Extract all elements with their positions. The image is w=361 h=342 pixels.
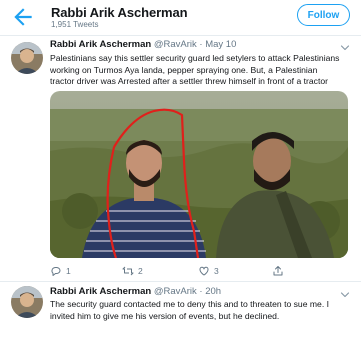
retweet-icon [122,266,134,276]
tweet-text-line: The security guard contacted me to deny … [50,299,329,309]
tweet-text-line: working on Turmos Aya landa, pepper spra… [50,64,318,75]
tweet[interactable]: Rabbi Arik Ascherman @RavArik · 20h The … [0,282,361,342]
heart-icon [199,266,209,276]
back-button[interactable] [10,4,36,30]
tweet-text: The security guard contacted me to deny … [50,299,350,322]
avatar-image [11,42,43,74]
tweet[interactable]: Rabbi Arik Ascherman @RavArik · May 10 P… [0,36,361,282]
tweet-timestamp[interactable]: 20h [205,286,221,297]
tweet-count: 1,951 Tweets [51,20,99,29]
avatar[interactable] [11,42,43,74]
reply-count: 1 [66,266,71,276]
avatar-image [11,286,43,318]
share-icon [273,266,283,276]
reply-button[interactable]: 1 [50,264,71,278]
retweet-button[interactable]: 2 [122,264,143,278]
tweet-actions: 1 2 3 [50,264,350,278]
tweet-text-line: Palestinians say this settler security g… [50,53,340,63]
tweet-author-handle[interactable]: @RavArik [154,39,197,50]
tweet-text-line: invited him to give me his version of ev… [50,310,280,321]
tweet-separator: · [199,286,203,297]
tweet-menu-button[interactable] [339,41,351,53]
tweet-timestamp[interactable]: May 10 [205,39,236,50]
tweet-author-name[interactable]: Rabbi Arik Ascherman [50,286,151,297]
back-arrow-icon [14,8,32,26]
photo-image [50,91,348,258]
follow-button[interactable]: Follow [297,4,350,26]
tweet-text: Palestinians say this settler security g… [50,53,350,88]
share-button[interactable] [272,264,288,278]
profile-name: Rabbi Arik Ascherman [51,5,188,20]
tweet-photo[interactable] [50,91,348,258]
retweet-count: 2 [138,266,143,276]
tweet-author-name[interactable]: Rabbi Arik Ascherman [50,39,151,50]
tweet-separator: · [199,39,203,50]
like-count: 3 [214,266,219,276]
tweet-text-line: tractor driver was Arrested after a sett… [50,76,328,87]
like-button[interactable]: 3 [198,264,219,278]
profile-header: Rabbi Arik Ascherman 1,951 Tweets Follow [0,0,361,35]
tweet-author-handle[interactable]: @RavArik [154,286,197,297]
reply-icon [51,267,61,276]
avatar[interactable] [11,286,43,318]
